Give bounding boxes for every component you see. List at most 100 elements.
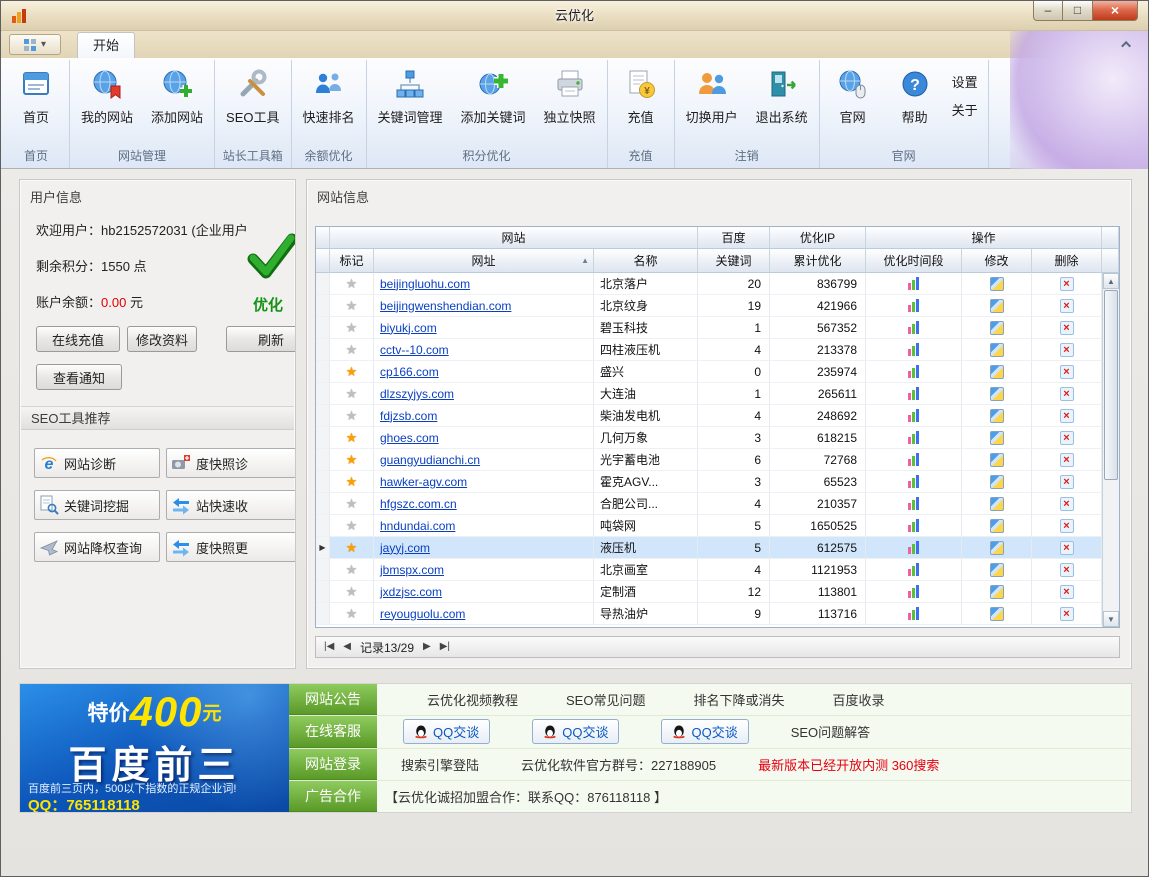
- ribbon-button-switch-user[interactable]: 切换用户: [677, 60, 747, 144]
- site-url-link[interactable]: reyouguolu.com: [380, 607, 465, 621]
- delete-icon[interactable]: ×: [1060, 299, 1074, 313]
- edit-icon[interactable]: [990, 409, 1004, 423]
- table-row[interactable]: ★biyukj.com碧玉科技1567352×: [316, 317, 1119, 339]
- ribbon-button-add-keyword[interactable]: 添加关键词: [452, 60, 535, 144]
- ribbon-button-about[interactable]: 关于: [952, 100, 978, 119]
- tool-site-diagnose[interactable]: e 网站诊断: [34, 448, 160, 478]
- table-row[interactable]: ★guangyudianchi.cn光宇蓄电池672768×: [316, 449, 1119, 471]
- delete-icon[interactable]: ×: [1060, 497, 1074, 511]
- site-url-link[interactable]: beijingwenshendian.com: [380, 299, 511, 313]
- delete-icon[interactable]: ×: [1060, 541, 1074, 555]
- column-header-url[interactable]: 网址▲: [374, 249, 594, 273]
- star-icon[interactable]: ★: [346, 452, 358, 468]
- edit-icon[interactable]: [990, 585, 1004, 599]
- site-url-link[interactable]: ghoes.com: [380, 431, 439, 445]
- scroll-up-arrow[interactable]: ▲: [1103, 273, 1119, 289]
- scrollbar-thumb[interactable]: [1104, 290, 1118, 480]
- minimize-button[interactable]: –: [1033, 1, 1063, 21]
- ribbon-button-add-site[interactable]: 添加网站: [142, 60, 212, 144]
- prev-record-button[interactable]: ◀: [343, 642, 351, 652]
- star-icon[interactable]: ★: [346, 584, 358, 600]
- edit-icon[interactable]: [990, 453, 1004, 467]
- site-url-link[interactable]: hfgszc.com.cn: [380, 497, 457, 511]
- qq-chat-button[interactable]: QQ交谈: [403, 719, 490, 744]
- time-period-chart-icon[interactable]: [908, 519, 919, 532]
- star-icon[interactable]: ★: [346, 518, 358, 534]
- edit-icon[interactable]: [990, 519, 1004, 533]
- time-period-chart-icon[interactable]: [908, 497, 919, 510]
- time-period-chart-icon[interactable]: [908, 475, 919, 488]
- site-url-link[interactable]: hndundai.com: [380, 519, 455, 533]
- column-header-total[interactable]: 累计优化: [770, 249, 866, 273]
- edit-icon[interactable]: [990, 343, 1004, 357]
- site-url-link[interactable]: cctv--10.com: [380, 343, 449, 357]
- next-record-button[interactable]: ▶: [423, 642, 431, 652]
- time-period-chart-icon[interactable]: [908, 365, 919, 378]
- time-period-chart-icon[interactable]: [908, 277, 919, 290]
- refresh-button[interactable]: 刷新: [226, 326, 296, 352]
- tool-fast-index[interactable]: 站快速收: [166, 490, 296, 520]
- ribbon-button-snapshot[interactable]: 独立快照: [535, 60, 605, 144]
- edit-icon[interactable]: [990, 321, 1004, 335]
- site-url-link[interactable]: cp166.com: [380, 365, 439, 379]
- link-rank-drop[interactable]: 排名下降或消失: [693, 690, 784, 709]
- view-notice-button[interactable]: 查看通知: [36, 364, 122, 390]
- time-period-chart-icon[interactable]: [908, 409, 919, 422]
- group-header-baidu[interactable]: 百度: [698, 227, 770, 249]
- tool-keyword-dig[interactable]: 关键词挖掘: [34, 490, 160, 520]
- star-icon[interactable]: ★: [346, 298, 358, 314]
- table-row[interactable]: ★jxdzjsc.com定制酒12113801×: [316, 581, 1119, 603]
- link-baidu-index[interactable]: 百度收录: [833, 690, 885, 709]
- link-video-tutorial[interactable]: 云优化视频教程: [427, 690, 518, 709]
- app-menu-button[interactable]: ▾: [9, 34, 61, 55]
- time-period-chart-icon[interactable]: [908, 607, 919, 620]
- star-icon[interactable]: ★: [346, 562, 358, 578]
- star-icon[interactable]: ★: [346, 364, 358, 380]
- site-url-link[interactable]: jbmspx.com: [380, 563, 444, 577]
- edit-icon[interactable]: [990, 607, 1004, 621]
- column-header-edit[interactable]: 修改: [962, 249, 1032, 273]
- delete-icon[interactable]: ×: [1060, 343, 1074, 357]
- ribbon-button-settings[interactable]: 设置: [952, 72, 978, 91]
- column-header-keywords[interactable]: 关键词: [698, 249, 770, 273]
- table-row[interactable]: ★reyouguolu.com导热油炉9113716×: [316, 603, 1119, 625]
- column-header-name[interactable]: 名称: [594, 249, 698, 273]
- table-row[interactable]: ★beijingluohu.com北京落户20836799×: [316, 273, 1119, 295]
- site-url-link[interactable]: fdjzsb.com: [380, 409, 437, 423]
- ribbon-button-exit[interactable]: 退出系统: [747, 60, 817, 144]
- delete-icon[interactable]: ×: [1060, 365, 1074, 379]
- site-url-link[interactable]: biyukj.com: [380, 321, 437, 335]
- ribbon-button-seo-tools[interactable]: SEO工具: [217, 60, 288, 144]
- star-icon[interactable]: ★: [346, 408, 358, 424]
- site-url-link[interactable]: dlzszyjys.com: [380, 387, 454, 401]
- table-row[interactable]: ★cctv--10.com四柱液压机4213378×: [316, 339, 1119, 361]
- search-engine-login-link[interactable]: 搜索引擎登陆: [401, 755, 479, 774]
- star-icon[interactable]: ★: [346, 430, 358, 446]
- table-row[interactable]: ★beijingwenshendian.com北京纹身19421966×: [316, 295, 1119, 317]
- table-row[interactable]: ★fdjzsb.com柴油发电机4248692×: [316, 405, 1119, 427]
- delete-icon[interactable]: ×: [1060, 563, 1074, 577]
- star-icon[interactable]: ★: [346, 386, 358, 402]
- edit-icon[interactable]: [990, 299, 1004, 313]
- time-period-chart-icon[interactable]: [908, 343, 919, 356]
- delete-icon[interactable]: ×: [1060, 277, 1074, 291]
- star-icon[interactable]: ★: [346, 474, 358, 490]
- time-period-chart-icon[interactable]: [908, 563, 919, 576]
- edit-icon[interactable]: [990, 497, 1004, 511]
- qq-chat-button[interactable]: QQ交谈: [532, 719, 619, 744]
- delete-icon[interactable]: ×: [1060, 453, 1074, 467]
- table-row[interactable]: ★hfgszc.com.cn合肥公司...4210357×: [316, 493, 1119, 515]
- delete-icon[interactable]: ×: [1060, 475, 1074, 489]
- edit-icon[interactable]: [990, 365, 1004, 379]
- scroll-down-arrow[interactable]: ▼: [1103, 611, 1119, 627]
- seo-qa-text[interactable]: SEO问题解答: [791, 722, 870, 741]
- site-url-link[interactable]: hawker-agv.com: [380, 475, 467, 489]
- group-header-site[interactable]: 网站: [330, 227, 698, 249]
- delete-icon[interactable]: ×: [1060, 409, 1074, 423]
- delete-icon[interactable]: ×: [1060, 519, 1074, 533]
- table-row[interactable]: ★hndundai.com吨袋网51650525×: [316, 515, 1119, 537]
- table-row[interactable]: ★dlzszyjys.com大连油1265611×: [316, 383, 1119, 405]
- table-row[interactable]: ★hawker-agv.com霍克AGV...365523×: [316, 471, 1119, 493]
- table-row[interactable]: ★jbmspx.com北京画室41121953×: [316, 559, 1119, 581]
- star-icon[interactable]: ★: [346, 342, 358, 358]
